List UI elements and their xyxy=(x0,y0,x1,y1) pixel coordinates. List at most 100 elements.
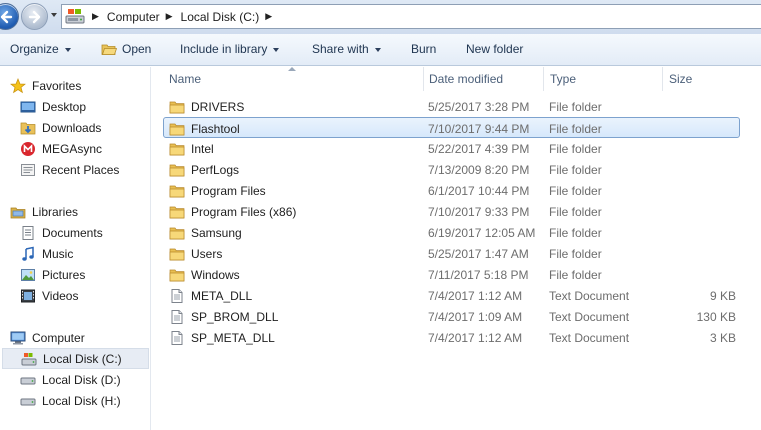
folder-icon xyxy=(169,101,185,113)
nav-item-label: Documents xyxy=(42,225,103,240)
nav-item-local-disk-d[interactable]: Local Disk (D:) xyxy=(20,369,121,390)
table-row[interactable]: META_DLL 7/4/2017 1:12 AM Text Document 9 K… xyxy=(164,285,741,306)
local-disk-icon xyxy=(21,352,37,365)
type-cell: File folder xyxy=(549,225,602,240)
column-header-type[interactable]: Type xyxy=(550,67,576,91)
type-cell: File folder xyxy=(549,99,602,114)
nav-item-megasync[interactable]: MEGAsync xyxy=(20,138,102,159)
local-disk-icon xyxy=(20,377,36,384)
date-modified-cell: 6/1/2017 10:44 PM xyxy=(428,183,530,198)
nav-item-documents[interactable]: Documents xyxy=(20,222,103,243)
type-cell: File folder xyxy=(549,246,602,261)
file-name-cell[interactable]: Program Files xyxy=(169,180,266,201)
nav-item-recent-places[interactable]: Recent Places xyxy=(20,159,119,180)
chevron-down-icon xyxy=(64,48,71,52)
date-modified-cell: 7/4/2017 1:09 AM xyxy=(428,309,523,324)
file-name-cell[interactable]: DRIVERS xyxy=(169,96,244,117)
nav-item-local-disk-c[interactable]: Local Disk (C:) xyxy=(2,348,149,369)
table-row[interactable]: Program Files (x86) 7/10/2017 9:33 PM File… xyxy=(164,201,741,222)
file-list[interactable]: Name Date modified Type Size DRIVERS 5/25… xyxy=(151,67,761,430)
include-in-library-button[interactable]: Include in library xyxy=(180,42,280,56)
table-row[interactable]: SP_META_DLL 7/4/2017 1:12 AM Text Document… xyxy=(164,327,741,348)
column-header-name[interactable]: Name xyxy=(169,67,201,91)
nav-item-label: Local Disk (H:) xyxy=(42,393,121,408)
file-name-cell[interactable]: META_DLL xyxy=(169,285,252,306)
file-name-cell[interactable]: Intel xyxy=(169,138,214,159)
file-name-cell[interactable]: SP_META_DLL xyxy=(169,327,275,348)
date-modified-cell: 5/25/2017 1:47 AM xyxy=(428,246,529,261)
breadcrumb-computer[interactable]: Computer xyxy=(107,10,160,24)
column-divider[interactable] xyxy=(543,67,544,91)
include-in-library-label: Include in library xyxy=(180,42,268,56)
table-row[interactable]: PerfLogs 7/13/2009 8:20 PM File folder xyxy=(164,159,741,180)
nav-item-music[interactable]: Music xyxy=(20,243,73,264)
type-cell: File folder xyxy=(549,121,602,136)
back-button[interactable] xyxy=(0,3,19,30)
navigation-pane[interactable]: Favorites Desktop Downloads MEGAsync Rec… xyxy=(0,67,151,430)
column-header-date-modified[interactable]: Date modified xyxy=(429,67,503,91)
table-row[interactable]: SP_BROM_DLL 7/4/2017 1:09 AM Text Document… xyxy=(164,306,741,327)
table-row[interactable]: Windows 7/11/2017 5:18 PM File folder xyxy=(164,264,741,285)
file-name-cell[interactable]: Samsung xyxy=(169,222,242,243)
star-icon xyxy=(10,77,26,93)
file-name: Intel xyxy=(191,141,214,156)
forward-button[interactable] xyxy=(21,3,48,30)
command-bar: Organize Open Include in library Share w… xyxy=(0,34,761,66)
file-name-cell[interactable]: Users xyxy=(169,243,222,264)
organize-button[interactable]: Organize xyxy=(10,42,71,56)
table-row[interactable]: Samsung 6/19/2017 12:05 AM File folder xyxy=(164,222,741,243)
forward-arrow-icon xyxy=(28,10,41,24)
breadcrumb-separator-icon[interactable]: ▶ xyxy=(92,11,99,22)
recent-pages-dropdown[interactable] xyxy=(51,13,57,17)
type-cell: File folder xyxy=(549,141,602,156)
file-name-cell[interactable]: PerfLogs xyxy=(169,159,239,180)
breadcrumb-separator-icon[interactable]: ▶ xyxy=(265,11,272,22)
size-cell: 130 KB xyxy=(696,309,736,324)
nav-item-label: Music xyxy=(42,246,74,261)
new-folder-button[interactable]: New folder xyxy=(466,42,523,56)
file-name-cell[interactable]: Program Files (x86) xyxy=(169,201,296,222)
date-modified-cell: 7/4/2017 1:12 AM xyxy=(428,288,523,303)
nav-item-downloads[interactable]: Downloads xyxy=(20,117,101,138)
table-row[interactable]: Program Files 6/1/2017 10:44 PM File folde… xyxy=(164,180,741,201)
nav-favorites-label: Favorites xyxy=(32,78,82,93)
file-name-cell[interactable]: SP_BROM_DLL xyxy=(169,306,278,327)
date-modified-cell: 7/4/2017 1:12 AM xyxy=(428,330,523,345)
nav-item-local-disk-h[interactable]: Local Disk (H:) xyxy=(20,390,121,411)
date-modified-cell: 7/10/2017 9:44 PM xyxy=(428,121,530,136)
breadcrumb-local-disk-c[interactable]: Local Disk (C:) xyxy=(181,10,260,24)
table-row[interactable]: Intel 5/22/2017 4:39 PM File folder xyxy=(164,138,741,159)
nav-item-videos[interactable]: Videos xyxy=(20,285,78,306)
downloads-folder-icon xyxy=(20,122,36,134)
nav-item-label: Pictures xyxy=(42,267,86,282)
text-document-icon xyxy=(171,288,183,303)
nav-item-desktop[interactable]: Desktop xyxy=(20,96,86,117)
table-row[interactable]: Users 5/25/2017 1:47 AM File folder xyxy=(164,243,741,264)
column-divider[interactable] xyxy=(662,67,663,91)
nav-libraries[interactable]: Libraries xyxy=(10,201,78,222)
folder-icon xyxy=(169,143,185,155)
table-row[interactable]: DRIVERS 5/25/2017 3:28 PM File folder xyxy=(164,96,741,117)
open-button[interactable]: Open xyxy=(101,42,151,56)
size-cell: 9 KB xyxy=(709,288,736,303)
file-name-cell[interactable]: Windows xyxy=(169,264,240,285)
local-disk-icon xyxy=(20,398,36,405)
burn-button[interactable]: Burn xyxy=(411,42,436,56)
file-name: SP_BROM_DLL xyxy=(191,309,279,324)
megasync-icon xyxy=(21,141,35,156)
nav-computer[interactable]: Computer xyxy=(10,327,85,348)
column-divider[interactable] xyxy=(423,67,424,91)
breadcrumb-separator-icon[interactable]: ▶ xyxy=(166,11,173,22)
file-name-cell[interactable]: Flashtool xyxy=(169,118,240,139)
column-header-size[interactable]: Size xyxy=(669,67,692,91)
desktop-icon xyxy=(20,101,36,112)
type-cell: File folder xyxy=(549,204,602,219)
address-field[interactable]: ▶ Computer ▶ Local Disk (C:) ▶ xyxy=(61,4,761,29)
nav-favorites[interactable]: Favorites xyxy=(10,75,81,96)
date-modified-cell: 7/11/2017 5:18 PM xyxy=(428,267,529,282)
table-row[interactable]: Flashtool 7/10/2017 9:44 PM File folder xyxy=(163,117,740,138)
share-with-button[interactable]: Share with xyxy=(312,42,381,56)
nav-item-pictures[interactable]: Pictures xyxy=(20,264,85,285)
folder-icon xyxy=(169,185,185,197)
file-name: Samsung xyxy=(191,225,242,240)
